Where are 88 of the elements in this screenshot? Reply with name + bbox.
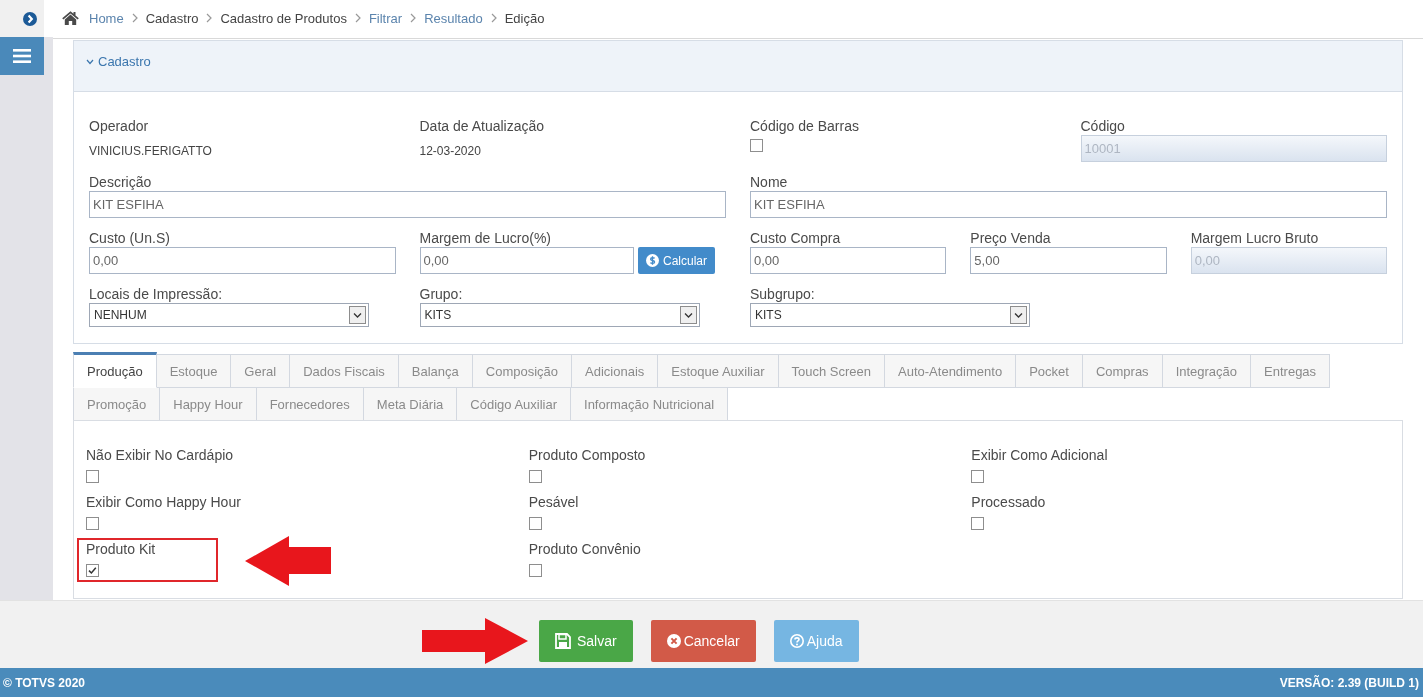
- checkbox[interactable]: [528, 564, 542, 577]
- question-circle-icon[interactable]: [789, 634, 804, 648]
- tab[interactable]: Estoque Auxiliar: [657, 354, 779, 388]
- menu-button[interactable]: [0, 37, 44, 75]
- field-label: Código: [1080, 117, 1125, 135]
- tab[interactable]: Produção: [73, 352, 157, 388]
- text-input[interactable]: 5,00: [970, 247, 1167, 274]
- dropdown[interactable]: KITS: [750, 303, 1030, 327]
- field-label: Data de Atualização: [419, 117, 545, 135]
- chevron-down-icon[interactable]: [86, 59, 94, 65]
- tab[interactable]: Touch Screen: [777, 354, 886, 388]
- chevron-icon: [206, 13, 213, 23]
- dollar-circle-icon[interactable]: [646, 254, 659, 267]
- tab[interactable]: Entregas: [1250, 354, 1331, 388]
- tab[interactable]: Código Auxiliar: [456, 387, 572, 421]
- field-label: Locais de Impressão:: [89, 285, 223, 303]
- checkbox[interactable]: [750, 139, 763, 152]
- breadcrumb-link[interactable]: Filtrar: [368, 10, 403, 26]
- breadcrumb-link[interactable]: Home: [89, 10, 124, 26]
- checkbox[interactable]: [528, 470, 542, 483]
- field-label: Margem de Lucro(%): [419, 229, 551, 247]
- tab[interactable]: Dados Fiscais: [289, 354, 399, 388]
- tab[interactable]: Informação Nutricional: [570, 387, 729, 421]
- cancel-button[interactable]: Cancelar: [650, 620, 756, 662]
- field-label: Operador: [89, 117, 149, 135]
- tab[interactable]: Promoção: [73, 387, 161, 421]
- x-circle-icon[interactable]: [666, 634, 681, 648]
- chevron-icon: [354, 13, 361, 23]
- checkbox[interactable]: [528, 517, 542, 530]
- field-label: Código de Barras: [750, 117, 859, 135]
- text-input[interactable]: 0,00: [419, 247, 634, 274]
- dropdown[interactable]: KITS: [419, 303, 700, 327]
- tab[interactable]: Happy Hour: [159, 387, 257, 421]
- save-button[interactable]: Salvar: [539, 620, 633, 662]
- breadcrumb-text: Cadastro de Produtos: [220, 10, 347, 26]
- breadcrumb-text: Edição: [504, 10, 545, 26]
- field-label: Nome: [750, 173, 788, 191]
- option-label: Produto Convênio: [528, 541, 641, 558]
- tab[interactable]: Meta Diária: [362, 387, 458, 421]
- tab[interactable]: Integração: [1161, 354, 1252, 388]
- checkbox[interactable]: [971, 517, 985, 530]
- chevron-icon: [131, 13, 138, 23]
- option-label: Exibir Como Adicional: [971, 447, 1108, 464]
- field-value: VINICIUS.FERIGATTO: [89, 143, 212, 158]
- text-input[interactable]: 0,00: [750, 247, 947, 274]
- tab[interactable]: Estoque: [155, 354, 232, 388]
- chevron-circle-icon[interactable]: [23, 11, 37, 26]
- field-label: Subgrupo:: [750, 285, 815, 303]
- option-label: Processado: [971, 494, 1046, 511]
- menu-icon[interactable]: [13, 49, 31, 63]
- option-label: Exibir Como Happy Hour: [86, 494, 241, 511]
- field-label: Custo Compra: [750, 229, 841, 247]
- chevron-icon: [490, 13, 497, 23]
- tab[interactable]: Fornecedores: [255, 387, 364, 421]
- option-label: Produto Composto: [528, 447, 646, 464]
- field-label: Grupo:: [419, 285, 463, 303]
- field-label: Preço Venda: [970, 229, 1051, 247]
- field-label: Custo (Un.S): [89, 229, 170, 247]
- breadcrumb-text: Cadastro: [145, 10, 199, 26]
- text-input[interactable]: KIT ESFIHA: [750, 191, 1387, 218]
- checkbox[interactable]: [86, 564, 99, 577]
- calculate-button[interactable]: Calcular: [638, 247, 715, 274]
- tab[interactable]: Composição: [471, 354, 573, 388]
- dropdown[interactable]: NENHUM: [89, 303, 369, 327]
- copyright-text: © TOTVS 2020: [3, 675, 85, 690]
- checkbox[interactable]: [86, 470, 99, 483]
- option-label: Não Exibir No Cardápio: [86, 447, 234, 464]
- field-value: 12-03-2020: [419, 143, 481, 158]
- version-text: VERSÃO: 2.39 (BUILD 1): [1279, 675, 1419, 690]
- help-button[interactable]: Ajuda: [773, 620, 859, 662]
- text-input[interactable]: 0,00: [89, 247, 396, 274]
- field-label: Margem Lucro Bruto: [1190, 229, 1319, 247]
- checkbox[interactable]: [971, 470, 985, 483]
- breadcrumb-link[interactable]: Resultado: [424, 10, 483, 26]
- tab[interactable]: Pocket: [1015, 354, 1083, 388]
- tab[interactable]: Auto-Atendimento: [884, 354, 1017, 388]
- text-input[interactable]: KIT ESFIHA: [89, 191, 726, 218]
- section-toggle[interactable]: Cadastro: [86, 54, 151, 70]
- tab[interactable]: Adicionais: [571, 354, 659, 388]
- tab[interactable]: Geral: [230, 354, 291, 388]
- home-icon[interactable]: [62, 11, 79, 25]
- chevron-icon: [410, 13, 417, 23]
- option-label: Produto Kit: [86, 541, 156, 558]
- checkbox[interactable]: [86, 517, 99, 530]
- option-label: Pesável: [528, 494, 579, 511]
- tab[interactable]: Compras: [1081, 354, 1163, 388]
- field-label: Descrição: [89, 173, 152, 191]
- tab[interactable]: Balança: [397, 354, 473, 388]
